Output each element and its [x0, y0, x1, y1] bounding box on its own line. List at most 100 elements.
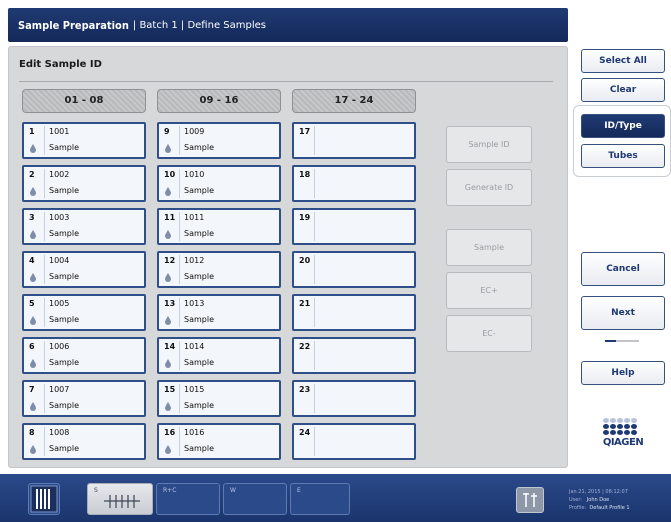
- slot-number: 17: [299, 127, 311, 136]
- sample-slot[interactable]: 16 1016 Sample: [157, 423, 281, 460]
- tab-s-label: S: [94, 487, 98, 494]
- ec-minus-button[interactable]: EC-: [446, 315, 532, 352]
- tubes-button[interactable]: Tubes: [581, 144, 665, 168]
- sample-type-value: Sample: [184, 315, 214, 324]
- logo-dot: [610, 424, 616, 429]
- tube-rack-icon[interactable]: [28, 483, 60, 515]
- sample-slot[interactable]: 4 1004 Sample: [22, 251, 146, 288]
- sample-id-button[interactable]: Sample ID: [446, 126, 532, 163]
- select-all-button[interactable]: Select All: [581, 49, 665, 73]
- tab-w[interactable]: W: [223, 483, 287, 515]
- slot-number: 21: [299, 299, 311, 308]
- next-button[interactable]: Next: [581, 296, 665, 330]
- sample-slot[interactable]: 17: [292, 122, 416, 159]
- ec-plus-button[interactable]: EC+: [446, 272, 532, 309]
- slot-number: 13: [164, 299, 176, 308]
- drop-icon: [30, 273, 36, 282]
- slot-number: 2: [29, 170, 35, 179]
- sample-slot[interactable]: 21: [292, 294, 416, 331]
- sample-slot[interactable]: 11 1011 Sample: [157, 208, 281, 245]
- tab-e[interactable]: E: [290, 483, 350, 515]
- sample-slot[interactable]: 12 1012 Sample: [157, 251, 281, 288]
- sample-id-value: 1004: [49, 256, 70, 265]
- sample-slot[interactable]: 8 1008 Sample: [22, 423, 146, 460]
- tab-rc-label: R+C: [163, 487, 177, 494]
- sample-button[interactable]: Sample: [446, 229, 532, 266]
- slot-divider: [314, 255, 315, 284]
- sample-id-value: 1014: [184, 342, 205, 351]
- sample-id-value: 1011: [184, 213, 205, 222]
- slot-number: 22: [299, 342, 311, 351]
- sample-slot[interactable]: 1 1001 Sample: [22, 122, 146, 159]
- logo-dots: [603, 418, 648, 435]
- sample-slot[interactable]: 2 1002 Sample: [22, 165, 146, 202]
- sample-id-value: 1006: [49, 342, 70, 351]
- drop-icon: [30, 230, 36, 239]
- help-button[interactable]: Help: [581, 361, 665, 385]
- tab-rc[interactable]: R+C: [156, 483, 220, 515]
- user-label: User:: [569, 497, 582, 503]
- logo-dot: [631, 430, 637, 435]
- sample-type-value: Sample: [49, 358, 79, 367]
- edit-sample-panel: Edit Sample ID 01 - 08 09 - 16 17 - 24 1…: [8, 46, 568, 468]
- slot-divider: [179, 126, 180, 155]
- sample-slot[interactable]: 24: [292, 423, 416, 460]
- drop-icon: [165, 316, 171, 325]
- slot-number: 15: [164, 385, 176, 394]
- sample-slot[interactable]: 20: [292, 251, 416, 288]
- sample-slot[interactable]: 5 1005 Sample: [22, 294, 146, 331]
- tab-17-24[interactable]: 17 - 24: [292, 89, 416, 113]
- slot-divider: [44, 298, 45, 327]
- divider: [19, 81, 553, 82]
- sample-id-value: 1001: [49, 127, 70, 136]
- sample-slot[interactable]: 15 1015 Sample: [157, 380, 281, 417]
- logo-dot: [610, 430, 616, 435]
- sample-slot[interactable]: 7 1007 Sample: [22, 380, 146, 417]
- tab-s[interactable]: S: [87, 483, 153, 515]
- sample-type-value: Sample: [49, 186, 79, 195]
- slot-divider: [314, 212, 315, 241]
- title-bar: Sample Preparation | Batch 1 | Define Sa…: [8, 8, 568, 42]
- drop-icon: [30, 187, 36, 196]
- logo-word: QIAGEN: [602, 437, 644, 448]
- slot-divider: [314, 126, 315, 155]
- logo-dot: [624, 430, 630, 435]
- sample-type-value: Sample: [184, 229, 214, 238]
- id-type-button[interactable]: ID/Type: [581, 114, 665, 138]
- app-title: Sample Preparation: [18, 18, 129, 32]
- sample-slot[interactable]: 6 1006 Sample: [22, 337, 146, 374]
- drop-icon: [165, 402, 171, 411]
- sample-id-value: 1013: [184, 299, 205, 308]
- sample-slot[interactable]: 14 1014 Sample: [157, 337, 281, 374]
- cancel-button[interactable]: Cancel: [581, 252, 665, 286]
- sample-id-value: 1015: [184, 385, 205, 394]
- logo-dot: [603, 418, 609, 423]
- sample-slot[interactable]: 9 1009 Sample: [157, 122, 281, 159]
- generate-id-button[interactable]: Generate ID: [446, 169, 532, 206]
- drop-icon: [30, 402, 36, 411]
- sample-slot[interactable]: 19: [292, 208, 416, 245]
- sample-slot[interactable]: 10 1010 Sample: [157, 165, 281, 202]
- drop-icon: [30, 144, 36, 153]
- tab-09-16[interactable]: 09 - 16: [157, 89, 281, 113]
- slot-number: 18: [299, 170, 311, 179]
- sample-type-value: Sample: [49, 401, 79, 410]
- clear-button[interactable]: Clear: [581, 78, 665, 102]
- breadcrumb: | Batch 1 | Define Samples: [132, 19, 266, 31]
- sample-slot[interactable]: 13 1013 Sample: [157, 294, 281, 331]
- slot-number: 5: [29, 299, 35, 308]
- slot-divider: [44, 126, 45, 155]
- slot-number: 23: [299, 385, 311, 394]
- step-progress: [605, 340, 639, 342]
- slot-divider: [44, 427, 45, 456]
- tab-01-08[interactable]: 01 - 08: [22, 89, 146, 113]
- sample-slot[interactable]: 3 1003 Sample: [22, 208, 146, 245]
- sample-type-value: Sample: [184, 444, 214, 453]
- tools-icon[interactable]: [516, 487, 544, 513]
- sample-slot[interactable]: 22: [292, 337, 416, 374]
- sample-type-value: Sample: [49, 229, 79, 238]
- tools-glyph: [523, 493, 537, 507]
- step-progress-fill: [605, 340, 617, 342]
- sample-slot[interactable]: 18: [292, 165, 416, 202]
- sample-slot[interactable]: 23: [292, 380, 416, 417]
